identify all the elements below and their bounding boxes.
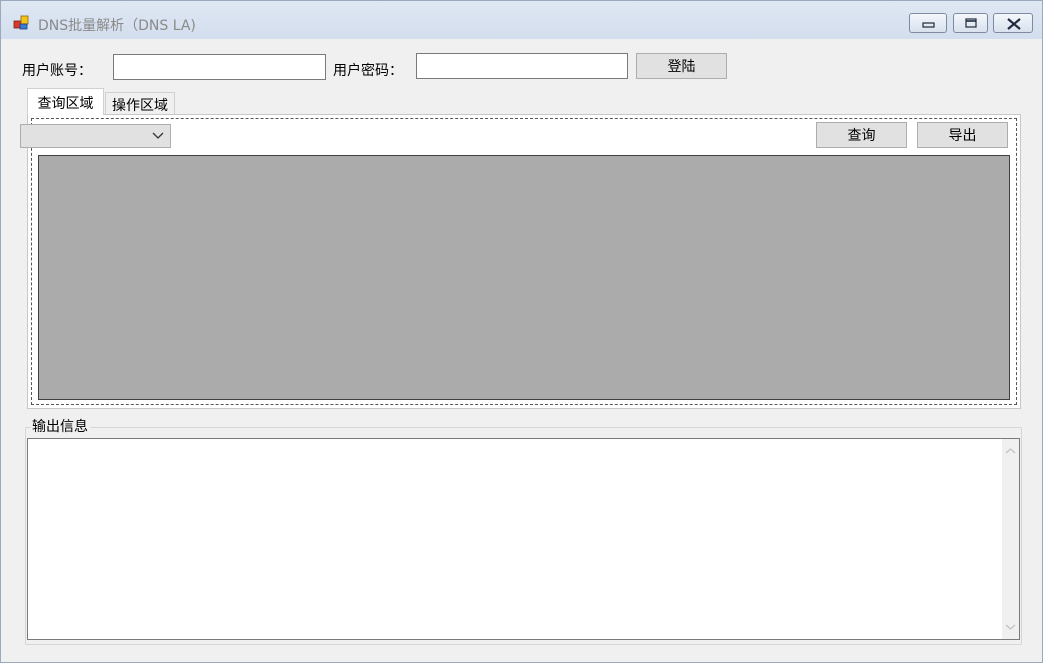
minimize-icon [922,22,935,28]
output-group-title: 输出信息 [31,416,90,436]
query-dropdown[interactable] [20,124,171,148]
output-textarea[interactable] [27,438,1020,640]
password-input[interactable] [416,53,628,79]
title-bar[interactable]: DNS批量解析（DNS LA) [1,1,1042,39]
restore-icon [965,18,977,28]
main-window: DNS批量解析（DNS LA) 用户账号： 用户密码： 登陆 查询区域 操作区域 [0,0,1043,663]
account-input[interactable] [113,54,326,80]
minimize-button[interactable] [909,13,947,33]
close-button[interactable] [993,13,1033,33]
export-button[interactable]: 导出 [917,122,1008,148]
window-title: DNS批量解析（DNS LA) [38,18,196,34]
chevron-down-icon [152,132,164,139]
query-button[interactable]: 查询 [816,122,907,148]
restore-button[interactable] [953,13,988,33]
results-grid[interactable] [38,155,1010,400]
scroll-down-icon[interactable] [1005,623,1016,631]
close-icon [1007,18,1021,30]
app-icon [13,15,29,30]
client-area: 用户账号： 用户密码： 登陆 查询区域 操作区域 查询 导出 输出信息 [9,39,1035,656]
password-label: 用户密码： [333,63,403,79]
output-scrollbar[interactable] [1002,439,1019,639]
tab-operation-area[interactable]: 操作区域 [105,92,175,114]
scroll-up-icon[interactable] [1005,447,1016,455]
account-label: 用户账号： [22,63,92,79]
tab-query-area[interactable]: 查询区域 [27,88,104,115]
login-button[interactable]: 登陆 [636,53,727,79]
